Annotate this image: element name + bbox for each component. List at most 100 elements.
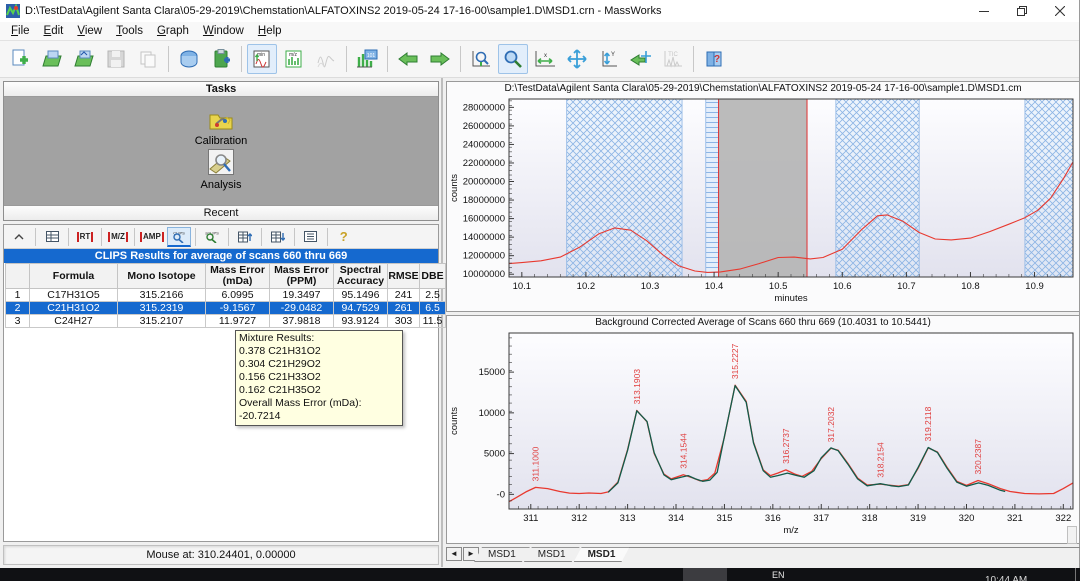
zoom-y-button[interactable]: Y (594, 44, 624, 74)
svg-text:316.2737: 316.2737 (781, 428, 791, 464)
taskbar-clock[interactable]: 10:44 AM (985, 575, 1027, 581)
svg-text:315.2227: 315.2227 (730, 343, 740, 379)
list-options-button[interactable] (299, 227, 323, 247)
menu-window[interactable]: Window (196, 23, 251, 39)
tasks-header: Tasks (4, 82, 438, 97)
magnifier-button[interactable] (498, 44, 528, 74)
collapse-button[interactable] (7, 227, 31, 247)
chromatogram-plot[interactable]: 1000000012000000140000001600000018000000… (447, 95, 1079, 310)
task-analysis[interactable]: Analysis (201, 149, 242, 191)
sclips-search-button[interactable]: sCLIPS (200, 227, 224, 247)
export-table-button[interactable] (266, 227, 290, 247)
shift-axis-button[interactable] (626, 44, 656, 74)
tab-msd1-0[interactable]: MSD1 (474, 547, 530, 562)
open-folder-button[interactable] (37, 44, 67, 74)
grid-view-button[interactable] (40, 227, 64, 247)
cell: 19.3497 (270, 289, 334, 302)
spectrum-view-button[interactable]: m/z (279, 44, 309, 74)
svg-text:Y: Y (611, 52, 615, 58)
menu-help[interactable]: Help (251, 23, 289, 39)
column-header[interactable]: Formula (30, 264, 118, 289)
tab-msd1-2[interactable]: MSD1 (574, 547, 630, 562)
show-desktop-edge[interactable] (1075, 568, 1076, 581)
task-label: Analysis (201, 179, 242, 191)
new-document-button[interactable] (5, 44, 35, 74)
svg-text:20000000: 20000000 (463, 177, 505, 188)
menu-tools[interactable]: Tools (109, 23, 150, 39)
svg-text:314.1544: 314.1544 (678, 433, 688, 469)
column-header[interactable]: DBE (420, 264, 446, 289)
result-row-C17H31O5[interactable]: 1C17H31O5315.21666.099519.349795.1496241… (6, 289, 446, 302)
svg-text:314: 314 (668, 513, 684, 524)
tooltip-line: 0.162 C21H35O2 (239, 384, 399, 397)
column-header[interactable]: RMSE (388, 264, 420, 289)
menu-view[interactable]: View (70, 23, 109, 39)
toolbar-separator (460, 46, 461, 72)
close-button[interactable] (1041, 0, 1079, 22)
column-header[interactable]: Mass Error(mDa) (206, 264, 270, 289)
calibration-display-button[interactable]: 101 (352, 44, 382, 74)
zoom-x-button[interactable]: x (530, 44, 560, 74)
taskbar-language-indicator[interactable]: EN (772, 570, 785, 580)
main-toolbar: minm/z101xYTIC? (0, 41, 1079, 78)
clips-search-button[interactable]: CLIPS (167, 227, 191, 247)
tab-msd1-1[interactable]: MSD1 (524, 547, 580, 562)
rt-filter-button[interactable]: RT (73, 227, 97, 247)
column-header[interactable]: Mono Isotope (118, 264, 206, 289)
svg-text:315: 315 (717, 513, 733, 524)
cell: 37.9818 (270, 315, 334, 328)
svg-text:x: x (544, 53, 547, 59)
paste-clipboard-button[interactable] (206, 44, 236, 74)
windows-taskbar[interactable]: EN 10:44 AM (0, 568, 1080, 581)
column-header[interactable]: SpectralAccuracy (334, 264, 388, 289)
tasks-panel: Tasks Calibration Analysis Recent (3, 81, 439, 221)
help-button[interactable]: ? (699, 44, 729, 74)
recent-header[interactable]: Recent (4, 205, 438, 220)
import-table-button[interactable] (233, 227, 257, 247)
app-logo-icon (6, 4, 20, 18)
zoom-axes-button[interactable] (466, 44, 496, 74)
mz-filter-button[interactable]: M/Z (106, 227, 130, 247)
menu-bar: FileEditViewToolsGraphWindowHelp (0, 22, 1079, 41)
restore-button[interactable] (1003, 0, 1041, 22)
window-title: D:\TestData\Agilent Santa Clara\05-29-20… (25, 5, 965, 17)
task-label: Calibration (195, 135, 248, 147)
tab-scroll-left-button[interactable]: ◄ (446, 547, 462, 561)
column-header[interactable]: Mass Error(PPM) (270, 264, 334, 289)
svg-text:26000000: 26000000 (463, 121, 505, 132)
svg-text:321: 321 (1007, 513, 1023, 524)
svg-text:10000: 10000 (479, 408, 505, 419)
task-calibration[interactable]: Calibration (195, 111, 248, 147)
massworks-window: D:\TestData\Agilent Santa Clara\05-29-20… (0, 0, 1080, 568)
result-row-C24H27[interactable]: 3C24H27315.210711.972737.981893.91243031… (6, 315, 446, 328)
cell: 6.0995 (206, 289, 270, 302)
tooltip-line: 0.156 C21H33O2 (239, 371, 399, 384)
spectrum-plot[interactable]: -050001000015000311312313314315316317318… (447, 329, 1079, 542)
menu-graph[interactable]: Graph (150, 23, 196, 39)
taskbar-app-button[interactable] (683, 568, 727, 581)
open-analysis-button[interactable] (69, 44, 99, 74)
cell: 93.9124 (334, 315, 388, 328)
back-arrow-button[interactable] (393, 44, 423, 74)
menu-edit[interactable]: Edit (37, 23, 71, 39)
toolbar-separator (294, 228, 295, 246)
pan-button[interactable] (562, 44, 592, 74)
forward-arrow-button[interactable] (425, 44, 455, 74)
minimize-button[interactable] (965, 0, 1003, 22)
svg-text:22000000: 22000000 (463, 158, 505, 169)
column-header[interactable] (6, 264, 30, 289)
result-row-C21H31O2[interactable]: 2C21H31O2315.2319-9.1567-29.048294.75292… (6, 302, 446, 315)
mixture-results-tooltip: Mixture Results:0.378 C21H31O20.304 C21H… (235, 330, 403, 426)
3d-view-button[interactable] (174, 44, 204, 74)
help-button[interactable]: ? (332, 227, 356, 247)
svg-text:318.2154: 318.2154 (875, 442, 885, 478)
toolbar-separator (261, 228, 262, 246)
peaks-view-button (311, 44, 341, 74)
menu-file[interactable]: File (4, 23, 37, 39)
amp-filter-button[interactable]: AMP (139, 227, 165, 247)
svg-text:5000: 5000 (484, 449, 505, 460)
resize-grip[interactable] (1067, 526, 1077, 544)
chromatogram-view-button[interactable]: min (247, 44, 277, 74)
svg-text:10.4: 10.4 (705, 281, 724, 292)
svg-text:28000000: 28000000 (463, 102, 505, 113)
